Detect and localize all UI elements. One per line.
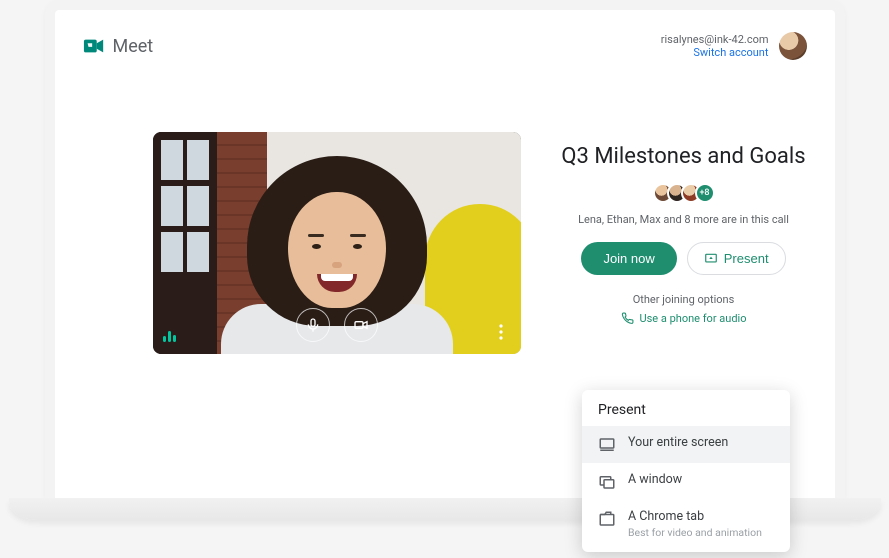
brand-name: Meet [113, 36, 154, 57]
present-option-chrome-tab[interactable]: A Chrome tab Best for video and animatio… [582, 500, 790, 548]
use-phone-label: Use a phone for audio [640, 312, 747, 325]
account-email: risalynes@ink-42.com [661, 33, 769, 46]
participant-more-badge: +8 [695, 183, 715, 203]
other-options-label: Other joining options [633, 293, 735, 306]
present-popup: Present Your entire screen A window A Ch… [582, 390, 790, 552]
more-vertical-icon [499, 324, 503, 340]
video-preview [153, 132, 521, 354]
present-option-sublabel: Best for video and animation [628, 526, 762, 539]
brand: Meet [83, 35, 154, 57]
video-more-button[interactable] [491, 322, 511, 342]
mic-icon [305, 317, 321, 333]
participant-avatars: +8 [653, 183, 715, 203]
audio-level-icon [163, 328, 176, 342]
present-option-label: Your entire screen [628, 435, 728, 450]
present-option-label: A Chrome tab [628, 509, 762, 524]
user-avatar[interactable] [779, 32, 807, 60]
present-popup-title: Present [582, 390, 790, 426]
use-phone-link[interactable]: Use a phone for audio [621, 312, 747, 325]
join-now-button[interactable]: Join now [581, 242, 676, 275]
monitor-icon [598, 436, 616, 454]
account-area: risalynes@ink-42.com Switch account [661, 32, 807, 60]
camera-icon [353, 317, 369, 333]
toggle-camera-button[interactable] [344, 308, 378, 342]
topbar: Meet risalynes@ink-42.com Switch account [83, 28, 807, 64]
phone-icon [621, 312, 634, 325]
present-option-label: A window [628, 472, 682, 487]
toggle-mic-button[interactable] [296, 308, 330, 342]
meet-logo-icon [83, 35, 105, 57]
meeting-title: Q3 Milestones and Goals [561, 144, 805, 169]
present-icon [704, 252, 718, 266]
meeting-info-panel: Q3 Milestones and Goals +8 Lena, Ethan, … [561, 132, 807, 354]
present-button[interactable]: Present [687, 242, 786, 275]
present-button-label: Present [724, 251, 769, 266]
tab-icon [598, 510, 616, 528]
present-option-entire-screen[interactable]: Your entire screen [582, 426, 790, 463]
in-call-text: Lena, Ethan, Max and 8 more are in this … [578, 213, 789, 226]
switch-account-link[interactable]: Switch account [693, 46, 768, 59]
present-option-window[interactable]: A window [582, 463, 790, 500]
window-icon [598, 473, 616, 491]
